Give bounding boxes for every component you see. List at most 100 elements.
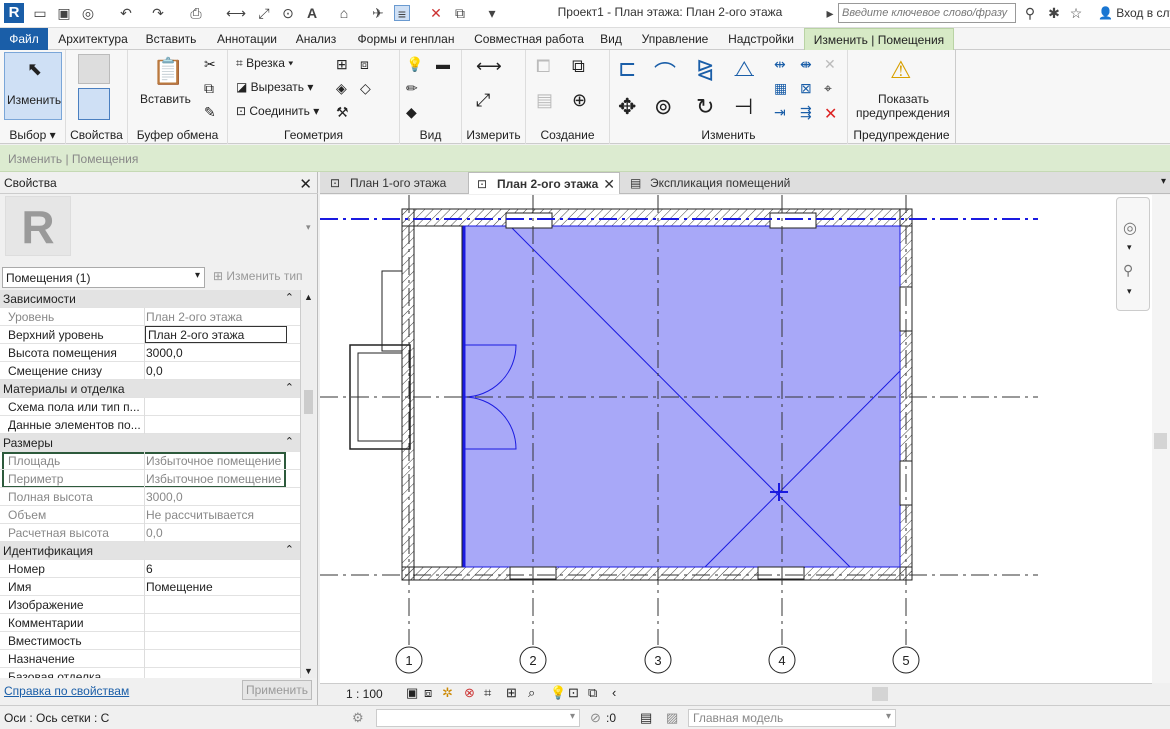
section-icon[interactable]: ✈ [370,5,386,21]
prop-capacity[interactable]: Вместимость [0,632,300,650]
crop-view-icon[interactable]: ⌗ [484,685,491,701]
warning-icon[interactable]: ⚠ [890,56,912,84]
scroll-thumb[interactable] [1154,433,1167,449]
prop-value[interactable]: 3000,0 [146,346,288,360]
dimension-icon[interactable]: ⤢ [256,5,272,21]
cut-button[interactable]: ◪ Вырезать ▾ [236,80,313,94]
prop-full-height[interactable]: Полная высота 3000,0 [0,488,300,506]
prop-perimeter[interactable]: Периметр Избыточное помещение [0,470,300,488]
prop-number[interactable]: Номер 6 [0,560,300,578]
sign-in-button[interactable]: 👤 Вход в слу [1098,6,1170,20]
tabs-menu-icon[interactable]: ▾ [1161,176,1166,187]
analytical-model-icon[interactable]: ⧉ [588,685,597,701]
prop-purpose[interactable]: Назначение [0,650,300,668]
subscription-icon[interactable]: ✱ [1046,5,1062,21]
edit-type-button[interactable]: ⊞ Изменить тип [213,269,303,283]
collapse-icon[interactable]: ⌃ [285,543,294,556]
remove-paint-icon[interactable]: ◇ [360,80,380,100]
apply-button[interactable]: Применить [242,680,312,700]
zoom-dropdown-icon[interactable]: ▾ [1127,286,1132,297]
override-icon[interactable]: ▬ [436,56,456,76]
grid-bubble-1[interactable]: 1 [395,646,423,674]
show-warnings-label-2[interactable]: предупреждения [856,106,950,120]
prop-area[interactable]: Площадь Избыточное помещение [0,452,300,470]
print-icon[interactable]: ⎙ [188,5,204,21]
visual-style-icon[interactable]: ⧈ [424,685,432,701]
grid-bubble-3[interactable]: 3 [644,646,672,674]
close-hidden-icon[interactable]: ✕ [428,5,444,21]
extend-icon[interactable]: ⇶ [800,104,820,124]
collapse-icon[interactable]: ⌃ [285,381,294,394]
editing-requests-icon[interactable]: ▤ [640,710,652,726]
split-gap-icon[interactable]: ⇼ [800,56,820,76]
tab-annotate[interactable]: Аннотации [208,28,286,50]
type-selector[interactable]: Помещения (1) ▾ [2,267,205,288]
save-icon[interactable]: ▣ [56,5,72,21]
cut-icon[interactable]: ✂ [204,56,224,76]
prop-volume[interactable]: Объем Не рассчитывается [0,506,300,524]
text-icon[interactable]: A [304,5,320,21]
type-properties-icon[interactable] [78,54,110,84]
wall-top[interactable] [401,208,913,227]
sync-icon[interactable]: ◎ [80,5,96,21]
delete-icon[interactable]: ✕ [824,104,844,124]
prop-calc-height[interactable]: Расчетная высота 0,0 [0,524,300,542]
design-option-selector[interactable]: Главная модель ▾ [688,709,896,727]
tag-icon[interactable]: ⊙ [280,5,296,21]
prop-value[interactable]: План 2-ого этажа [145,326,287,343]
properties-icon[interactable] [78,88,110,120]
copy-icon[interactable]: ⧉ [204,80,224,100]
section-dimensions[interactable]: Размеры ⌃ [0,434,300,452]
switch-windows-icon[interactable]: ⧉ [452,5,468,21]
prop-upper-level[interactable]: Верхний уровень План 2-ого этажа [0,326,300,344]
collapse-icon[interactable]: ⌃ [285,291,294,304]
mirror-draw-icon[interactable]: ⧍ [734,56,754,81]
trim-icon[interactable]: ⊣ [734,94,754,119]
tab-manage[interactable]: Управление [634,28,716,50]
tab-massing[interactable]: Формы и генплан [348,28,464,50]
tab-file[interactable]: Файл [0,28,48,50]
tab-modify-rooms[interactable]: Изменить | Помещения [804,28,954,50]
design-options-icon[interactable]: ▨ [666,710,678,726]
open-icon[interactable]: ▭ [32,5,48,21]
binoculars-icon[interactable]: ⚲ [1022,5,1038,21]
favorites-icon[interactable]: ☆ [1068,5,1084,21]
scale-icon[interactable]: ⊠ [800,80,820,100]
close-icon[interactable]: ✕ [299,174,312,196]
reveal-hidden-icon[interactable]: 💡 [550,685,566,701]
paste-icon[interactable]: 📋 [152,56,184,86]
shadows-icon[interactable]: ⊗ [464,685,475,701]
undo-icon[interactable]: ↶ [118,5,134,21]
properties-scrollbar[interactable]: ▲ ▼ [300,290,316,678]
join-button[interactable]: ⊡ Соединить ▾ [236,104,319,118]
paint-view-icon[interactable]: ◆ [406,104,426,124]
modify-button[interactable]: ⬉ Изменить [4,52,62,120]
horizontal-scroll-thumb[interactable] [872,687,888,701]
prop-value[interactable]: 6 [146,562,288,576]
array-icon[interactable]: ▦ [774,80,794,100]
prop-comments[interactable]: Комментарии [0,614,300,632]
grid-bubble-5[interactable]: 5 [892,646,920,674]
wheel-dropdown-icon[interactable]: ▾ [1127,242,1132,253]
show-warnings-label-1[interactable]: Показать [878,92,929,106]
sun-path-icon[interactable]: ✲ [442,685,453,701]
pin-icon[interactable]: ⌖ [824,80,844,100]
steering-wheel-icon[interactable]: ◎ [1123,218,1137,238]
tab-insert[interactable]: Вставить [138,28,204,50]
tab-room-schedule[interactable]: ▤ Экспликация помещений [622,172,822,194]
select-dropdown[interactable]: Выбор ▾ [0,128,65,142]
paint-icon[interactable]: ◈ [336,80,356,100]
linework-icon[interactable]: ✏ [406,80,426,100]
worksets-icon[interactable]: ⚙ [352,710,364,726]
unpin-icon[interactable]: ✕ [824,56,844,76]
crop-region-icon[interactable]: ⊞ [506,685,517,701]
prop-level[interactable]: Уровень План 2-ого этажа [0,308,300,326]
drawing-canvas[interactable]: 1 2 3 4 5 ◎ ▾ ⚲ ▾ [320,195,1152,683]
scroll-up-icon[interactable]: ▲ [304,292,313,302]
prop-base-offset[interactable]: Смещение снизу 0,0 [0,362,300,380]
wall-bottom[interactable] [401,566,913,581]
grid-bubble-4[interactable]: 4 [768,646,796,674]
cope-button[interactable]: ⌗ Врезка ▾ [236,56,293,71]
copy-element-icon[interactable]: ⊚ [654,94,674,119]
aligned-dimension-icon[interactable]: ⤢ [476,90,496,110]
